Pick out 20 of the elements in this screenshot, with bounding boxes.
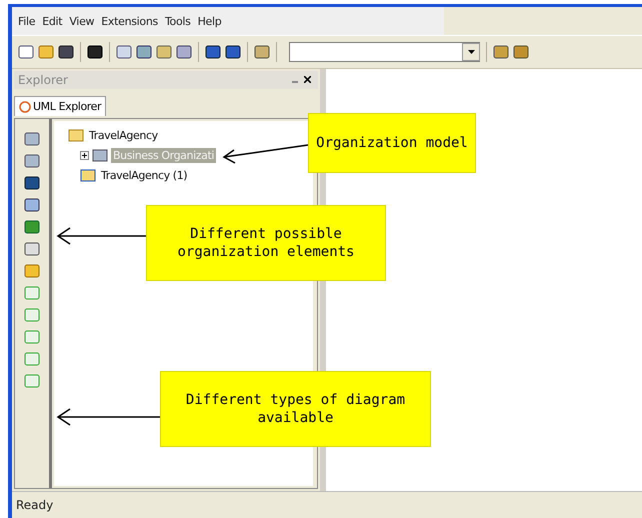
- menu-item[interactable]: View: [69, 14, 94, 28]
- status-text: Ready: [16, 498, 54, 512]
- menu-item[interactable]: Tools: [164, 14, 191, 28]
- callout-note: Different types of diagram available: [160, 371, 431, 447]
- minimize-icon: [292, 81, 298, 83]
- menu-item[interactable]: Edit: [42, 14, 62, 28]
- callout-note: Organization model: [308, 113, 476, 173]
- expand-icon[interactable]: [80, 150, 89, 160]
- close-icon: [304, 76, 311, 83]
- menu-item[interactable]: Extensions: [101, 14, 158, 28]
- menu-item[interactable]: File: [18, 14, 36, 28]
- menu-item[interactable]: Help: [198, 14, 222, 28]
- close-button[interactable]: [301, 74, 314, 86]
- tree-item[interactable]: TravelAgency: [87, 128, 160, 142]
- tree-item[interactable]: TravelAgency (1): [99, 168, 190, 182]
- dropdown-field[interactable]: [289, 42, 480, 62]
- explorer-tab[interactable]: UML Explorer: [14, 96, 106, 116]
- panel-title: Explorer: [18, 73, 69, 87]
- uml-logo-icon: [19, 100, 31, 112]
- callout-note: Different possible organization elements: [146, 205, 386, 281]
